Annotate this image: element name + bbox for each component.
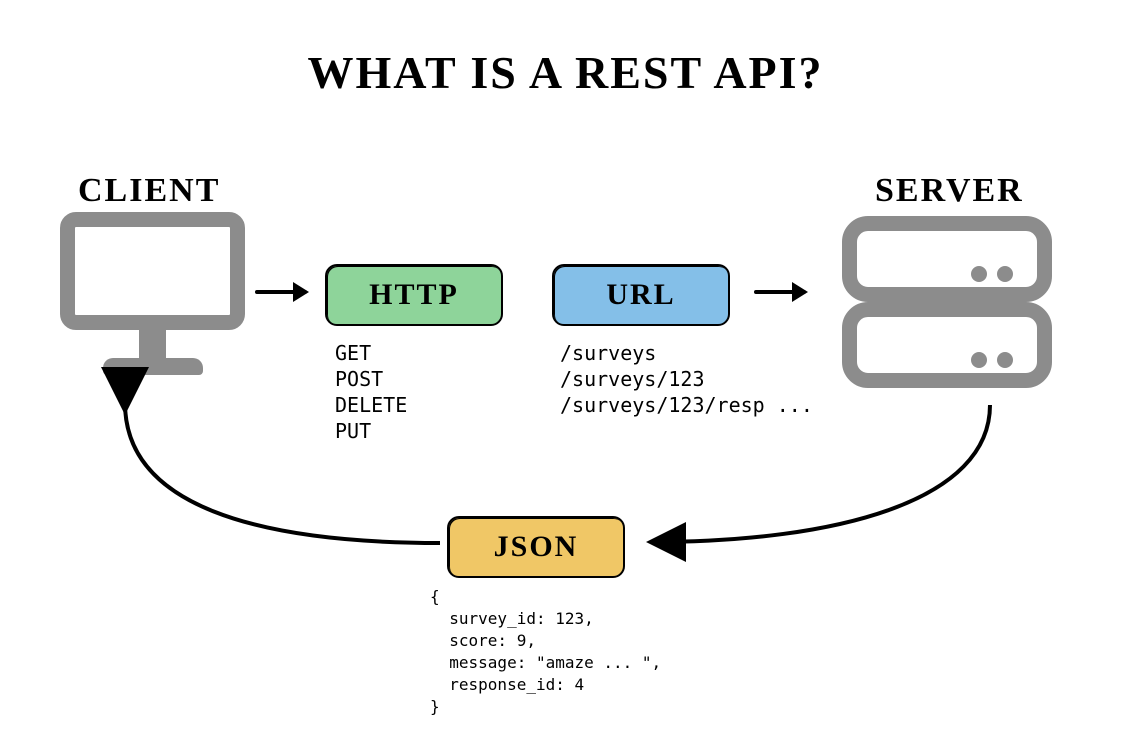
arrow-url-to-server-icon	[754, 290, 806, 294]
server-label: SERVER	[875, 172, 1024, 210]
url-box-label: URL	[606, 278, 675, 312]
arrow-json-to-client-icon	[95, 395, 465, 565]
url-box: URL	[552, 264, 730, 326]
arrow-server-to-json-icon	[620, 400, 1040, 560]
client-monitor-icon	[60, 212, 245, 382]
json-body: { survey_id: 123, score: 9, message: "am…	[430, 586, 661, 718]
server-stack-icon	[842, 216, 1052, 406]
json-box: JSON	[447, 516, 625, 578]
http-box: HTTP	[325, 264, 503, 326]
json-box-label: JSON	[494, 530, 579, 564]
client-label: CLIENT	[78, 172, 220, 210]
arrow-client-to-http-icon	[255, 290, 307, 294]
http-box-label: HTTP	[369, 278, 459, 312]
diagram-title: WHAT IS A REST API?	[0, 46, 1131, 99]
